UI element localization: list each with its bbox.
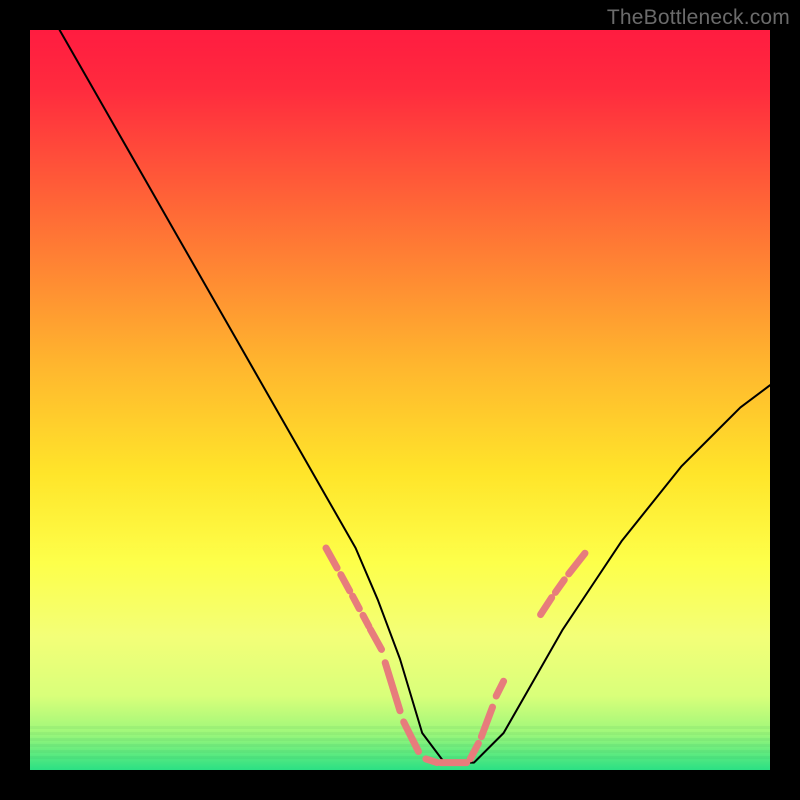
- bottom-band: [30, 726, 770, 729]
- bottom-band: [30, 744, 770, 747]
- highlight-segment: [426, 759, 437, 763]
- bottom-band: [30, 738, 770, 741]
- bottom-band: [30, 750, 770, 753]
- bottom-band: [30, 732, 770, 735]
- watermark-text: TheBottleneck.com: [607, 6, 790, 30]
- bottom-band: [30, 756, 770, 759]
- chart-frame: TheBottleneck.com: [0, 0, 800, 800]
- chart-svg: [30, 30, 770, 770]
- plot-area: [30, 30, 770, 770]
